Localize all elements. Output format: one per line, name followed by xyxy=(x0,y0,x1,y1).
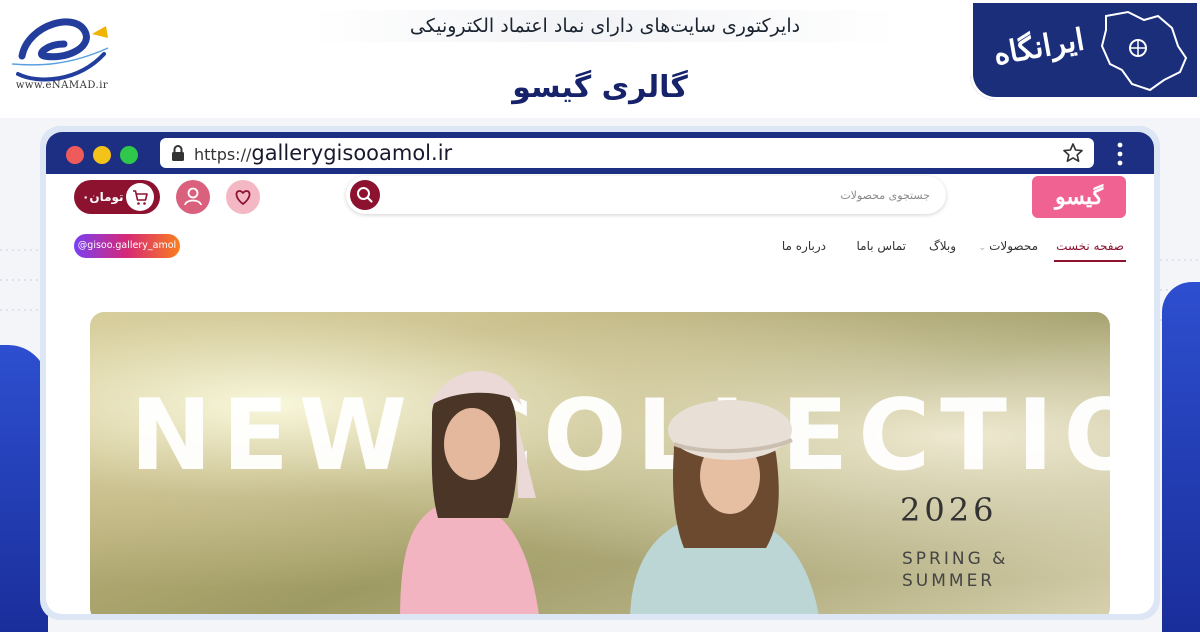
url-scheme: https:// xyxy=(194,145,252,164)
wishlist-button[interactable] xyxy=(226,180,260,214)
main-navigation: صفحه نخست محصولات⌄ وبلاگ تماس باما دربار… xyxy=(746,232,1136,262)
search-input[interactable] xyxy=(390,182,930,208)
cart-icon-wrap xyxy=(126,183,154,211)
nav-products[interactable]: محصولات⌄ xyxy=(979,232,1038,262)
star-icon[interactable] xyxy=(1062,142,1084,164)
cart-icon xyxy=(133,190,148,205)
nav-blog[interactable]: وبلاگ xyxy=(929,232,956,262)
minimize-window-dot[interactable] xyxy=(93,146,111,164)
nav-contact[interactable]: تماس باما xyxy=(857,232,906,262)
cart-total: تومان۰ xyxy=(82,190,124,204)
hero-season: SPRING & SUMMER xyxy=(902,548,1022,592)
browser-title-bar: https://gallerygisooamol.ir xyxy=(46,132,1154,174)
instagram-handle-link[interactable]: @gisoo.gallery_amol xyxy=(74,234,180,258)
maximize-window-dot[interactable] xyxy=(120,146,138,164)
heart-icon xyxy=(235,190,251,205)
url-text: https://gallerygisooamol.ir xyxy=(194,138,452,168)
close-window-dot[interactable] xyxy=(66,146,84,164)
product-search xyxy=(346,176,946,214)
browser-window: https://gallerygisooamol.ir تومان۰ جستجو… xyxy=(40,126,1160,620)
search-icon xyxy=(357,187,373,203)
site-name-title: گالری گیسو xyxy=(512,70,688,105)
iran-map-icon xyxy=(1100,10,1188,92)
kebab-menu-icon[interactable] xyxy=(1116,142,1124,166)
lock-icon xyxy=(172,145,184,161)
hero-year: 2026 xyxy=(900,491,998,529)
hero-season-line1: SPRING & xyxy=(902,549,1009,569)
right-blue-accent xyxy=(1162,282,1200,632)
directory-banner: www.eNAMAD.ir دایرکتوری سایت‌های دارای ن… xyxy=(0,0,1200,118)
hero-season-line2: SUMMER xyxy=(902,571,996,591)
model-photo-left xyxy=(400,371,539,614)
irangah-logo-text: ایرانگاه xyxy=(990,22,1087,73)
gisoo-logo[interactable]: گیسو xyxy=(1032,176,1126,218)
search-button[interactable] xyxy=(350,180,380,210)
nav-home[interactable]: صفحه نخست xyxy=(1054,232,1126,262)
nav-about[interactable]: درباره ما xyxy=(782,232,826,262)
address-bar[interactable]: https://gallerygisooamol.ir xyxy=(160,138,1094,168)
nav-products-label: محصولات xyxy=(989,239,1038,253)
cart-button[interactable]: تومان۰ xyxy=(74,180,160,214)
model-photo-right xyxy=(630,400,819,614)
hero-banner[interactable]: NEW COLLECTION 2026 SPRING & SUMMER xyxy=(90,312,1110,614)
directory-title: دایرکتوری سایت‌های دارای نماد اعتماد الک… xyxy=(310,10,900,42)
chevron-down-icon: ⌄ xyxy=(978,243,987,253)
browser-viewport: https://gallerygisooamol.ir تومان۰ جستجو… xyxy=(46,132,1154,614)
user-icon xyxy=(184,187,202,206)
enamad-url[interactable]: www.eNAMAD.ir xyxy=(6,80,118,91)
irangah-badge[interactable]: ایرانگاه xyxy=(970,0,1200,100)
account-button[interactable] xyxy=(176,180,210,214)
url-host: gallerygisooamol.ir xyxy=(251,141,453,165)
